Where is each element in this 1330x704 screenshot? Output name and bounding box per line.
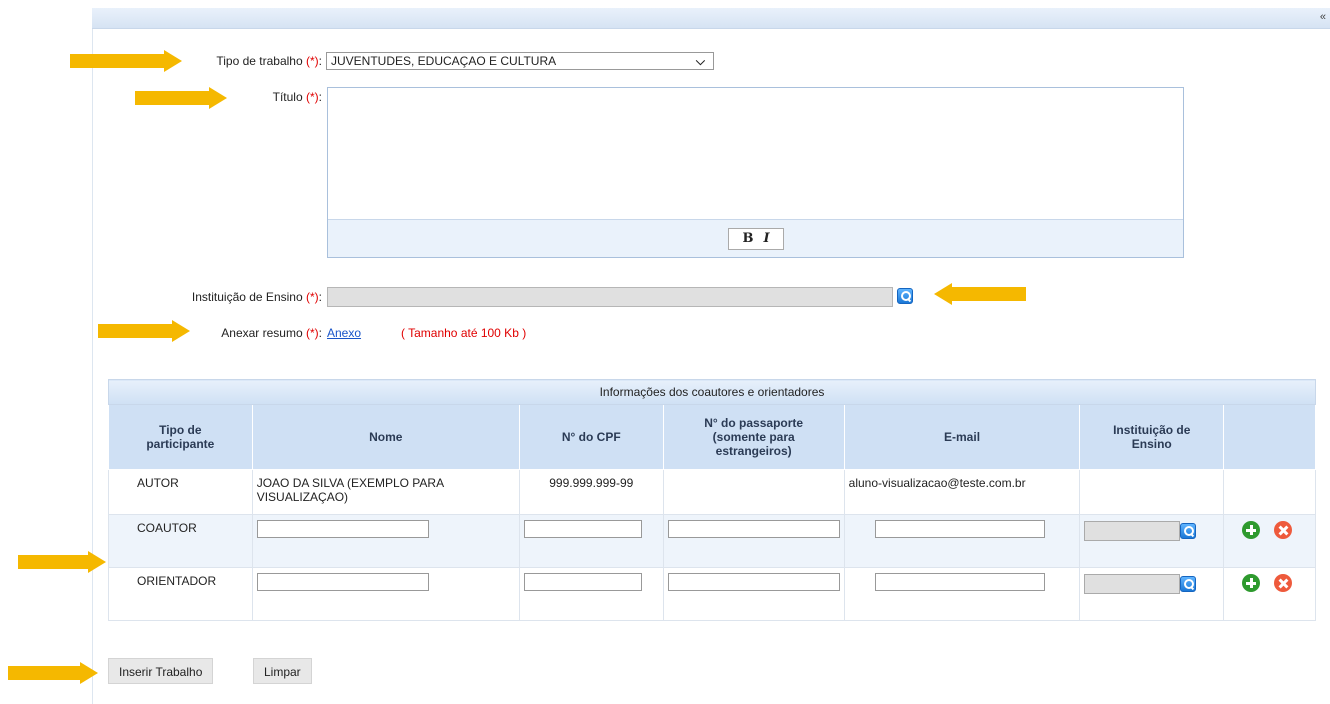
cpf-cell xyxy=(518,567,664,621)
passaporte-input[interactable] xyxy=(667,573,840,591)
email-input[interactable] xyxy=(874,520,1045,538)
tipo-cell: ORIENTADOR xyxy=(108,567,253,621)
cpf-input[interactable] xyxy=(523,573,642,591)
participants-table: Informações dos coautores e orientadores… xyxy=(108,379,1316,621)
collapse-toggle[interactable]: « xyxy=(1320,11,1326,23)
format-buttons: BI xyxy=(728,228,784,250)
italic-button[interactable]: I xyxy=(763,231,769,246)
tipo-trabalho-select[interactable]: JUVENTUDES, EDUCAÇAO E CULTURA ⌵ xyxy=(326,52,714,70)
add-icon[interactable] xyxy=(1242,574,1261,592)
anexo-link[interactable]: Anexo xyxy=(327,326,361,340)
titulo-editor: BI xyxy=(327,87,1184,258)
col-header: Nome xyxy=(251,404,520,470)
col-header xyxy=(1223,404,1316,470)
passaporte-cell xyxy=(662,514,845,568)
actions-cell xyxy=(1223,469,1316,515)
email-input[interactable] xyxy=(874,573,1045,591)
nome-cell: JOAO DA SILVA (EXEMPLO PARA VISUALIZAÇAO… xyxy=(251,469,520,515)
instituicao-cell xyxy=(1079,567,1225,621)
passaporte-input[interactable] xyxy=(667,520,840,538)
inserir-trabalho-button[interactable]: Inserir Trabalho xyxy=(108,658,214,684)
nome-input[interactable] xyxy=(256,520,429,538)
col-header: N° do CPF xyxy=(518,404,664,470)
email-cell: aluno-visualizacao@teste.com.br xyxy=(843,469,1081,515)
remove-icon[interactable] xyxy=(1274,574,1293,592)
nome-cell xyxy=(251,514,520,568)
add-icon[interactable] xyxy=(1242,521,1261,539)
cpf-input[interactable] xyxy=(523,520,642,538)
table-row: ORIENTADOR xyxy=(108,567,1316,621)
table-caption: Informações dos coautores e orientadores xyxy=(108,379,1316,405)
search-icon[interactable] xyxy=(1180,523,1197,539)
instituicao-cell xyxy=(1079,514,1225,568)
table-row: AUTOR JOAO DA SILVA (EXEMPLO PARA VISUAL… xyxy=(108,469,1316,515)
tipo-cell: COAUTOR xyxy=(108,514,253,568)
bold-button[interactable]: B xyxy=(742,231,753,246)
annotation-arrow-icon xyxy=(8,662,98,684)
nome-cell xyxy=(251,567,520,621)
tamanho-note: ( Tamanho até 100 Kb ) xyxy=(401,326,527,340)
email-cell xyxy=(843,514,1081,568)
search-icon[interactable] xyxy=(1180,576,1197,592)
chevron-down-icon: ⌵ xyxy=(695,54,705,68)
nome-input[interactable] xyxy=(256,573,429,591)
anexar-resumo-label: Anexar resumo (*): xyxy=(221,326,322,340)
actions-cell xyxy=(1223,567,1316,621)
instituicao-label: Instituição de Ensino (*): xyxy=(191,290,322,304)
panel-header: « xyxy=(92,8,1330,29)
instituicao-cell xyxy=(1079,469,1225,515)
annotation-arrow-icon xyxy=(18,551,106,573)
passaporte-cell xyxy=(662,567,845,621)
tipo-cell: AUTOR xyxy=(108,469,253,515)
instituicao-input[interactable] xyxy=(1084,574,1181,594)
titulo-textarea[interactable] xyxy=(328,88,1183,221)
instituicao-input[interactable] xyxy=(1084,521,1181,541)
actions-cell xyxy=(1223,514,1316,568)
annotation-arrow-icon xyxy=(934,283,1026,305)
col-header: Instituição de Ensino xyxy=(1079,404,1225,470)
titulo-label: Título (*): xyxy=(272,90,322,104)
limpar-button[interactable]: Limpar xyxy=(253,658,312,684)
cpf-cell: 999.999.999-99 xyxy=(518,469,664,515)
cpf-cell xyxy=(518,514,664,568)
editor-toolbar: BI xyxy=(328,219,1183,257)
table-row: COAUTOR xyxy=(108,514,1316,568)
tipo-trabalho-label: Tipo de trabalho (*): xyxy=(216,54,322,68)
instituicao-field[interactable] xyxy=(327,287,893,307)
remove-icon[interactable] xyxy=(1274,521,1293,539)
col-header: Tipo de participante xyxy=(108,404,253,470)
col-header: N° do passaporte (somente para estrangei… xyxy=(662,404,845,470)
passaporte-cell xyxy=(662,469,845,515)
search-icon[interactable] xyxy=(897,288,913,304)
email-cell xyxy=(843,567,1081,621)
col-header: E-mail xyxy=(843,404,1081,470)
